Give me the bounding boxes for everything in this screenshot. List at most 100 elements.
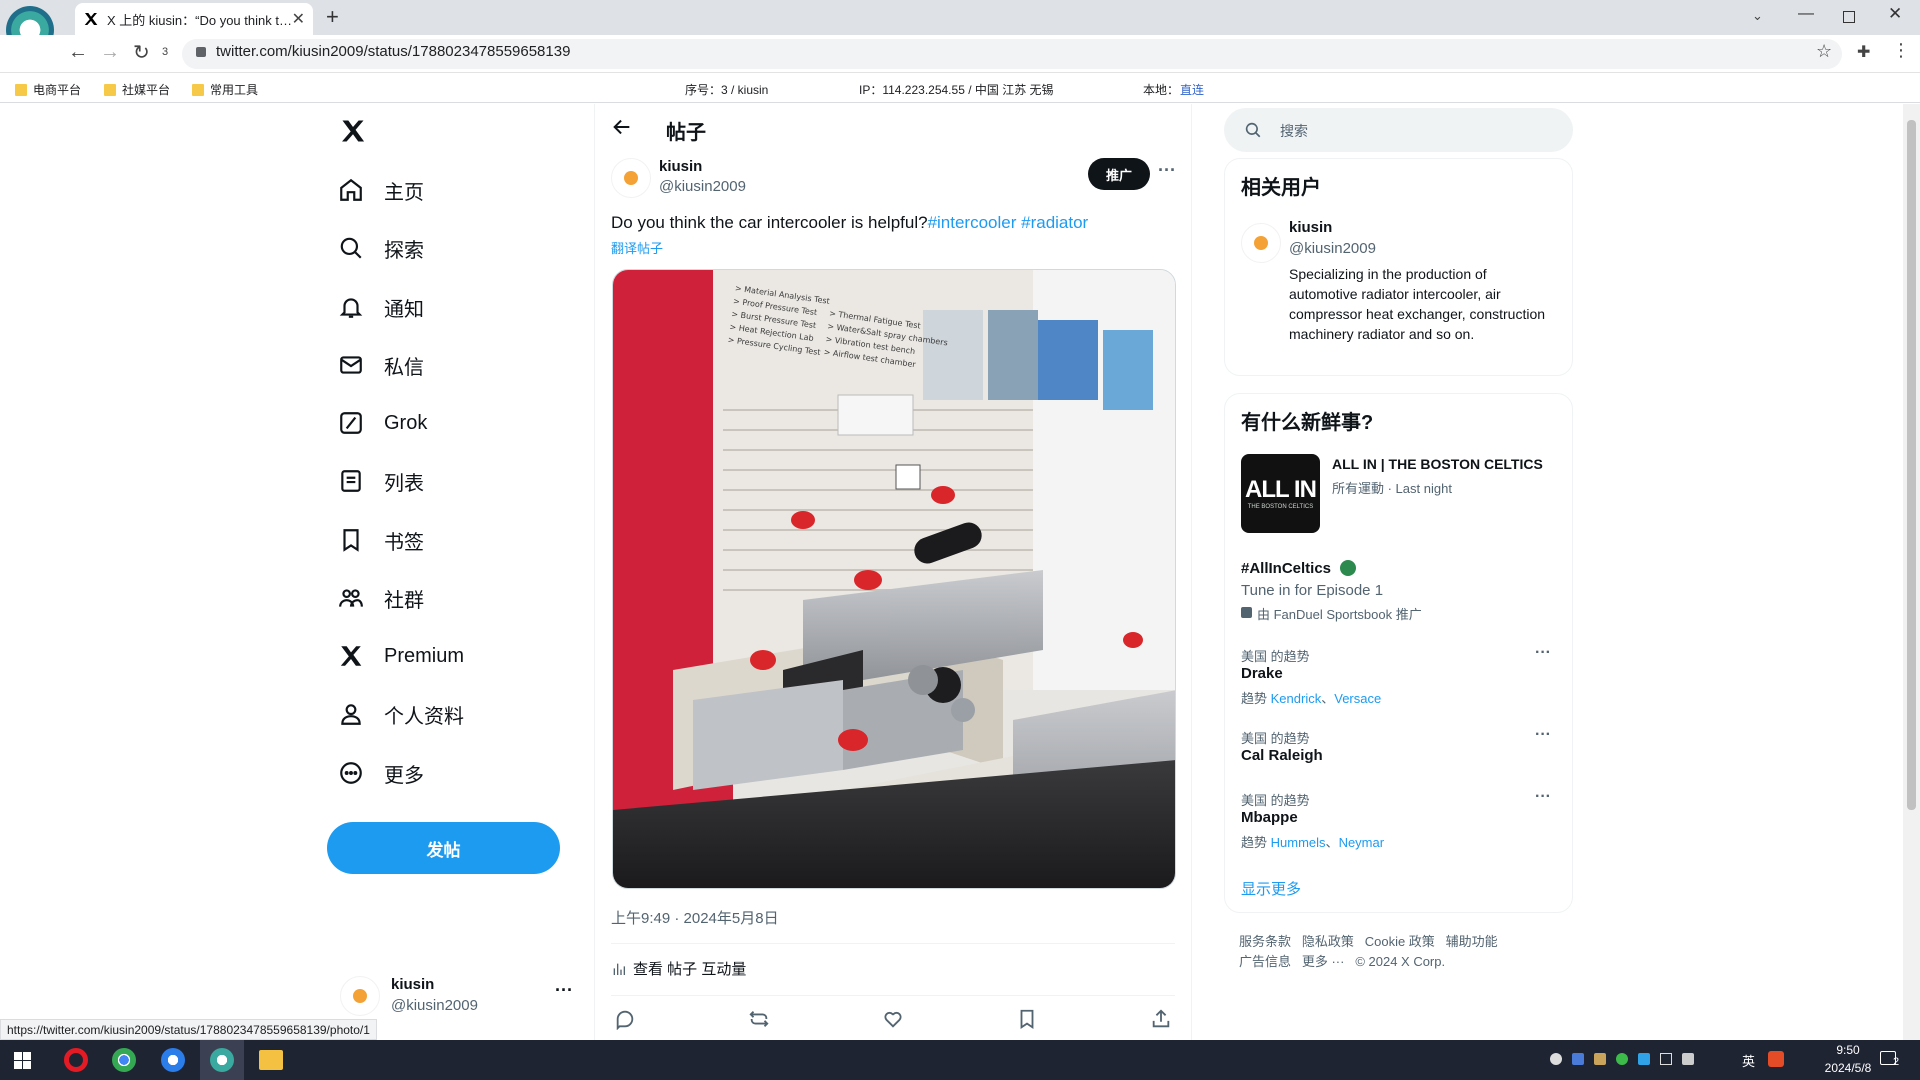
windows-start-icon[interactable]: [14, 1052, 31, 1069]
tab-search-icon[interactable]: ⌄: [1752, 8, 1763, 24]
menu-dots-icon[interactable]: ⋮: [1892, 40, 1910, 61]
divider: [611, 943, 1175, 944]
reply-icon[interactable]: [614, 1008, 636, 1030]
promo-title[interactable]: ALL IN | THE BOSTON CELTICS: [1332, 456, 1543, 472]
repost-icon[interactable]: [748, 1008, 770, 1030]
tray-icons[interactable]: [1550, 1053, 1760, 1067]
more-dots-icon[interactable]: ···: [1535, 726, 1551, 744]
footer-link[interactable]: 更多 ···: [1302, 954, 1345, 969]
footer-link[interactable]: 广告信息: [1239, 954, 1291, 969]
tweet-body: Do you think the car intercooler is help…: [611, 213, 928, 232]
search-placeholder: 搜索: [1280, 123, 1308, 139]
sidebar-item-bookmarks[interactable]: 书签: [338, 515, 424, 565]
hashtag-link[interactable]: #intercooler: [928, 213, 1017, 232]
close-window-icon[interactable]: ✕: [1888, 4, 1902, 24]
ime-indicator[interactable]: 英: [1742, 1051, 1755, 1070]
bookmark-icon[interactable]: [1016, 1008, 1038, 1030]
back-icon[interactable]: ←: [68, 41, 88, 64]
related-avatar[interactable]: [1241, 223, 1281, 263]
trend-item[interactable]: 美国 的趋势 Mbappe 趋势 Hummels、Neymar ···: [1241, 788, 1559, 860]
trend-related-link[interactable]: Neymar: [1339, 835, 1385, 850]
reload-icon[interactable]: ↻: [133, 40, 150, 65]
more-dots-icon[interactable]: ···: [1535, 644, 1551, 662]
promote-button[interactable]: 推广: [1088, 158, 1150, 190]
related-title: 相关用户: [1241, 177, 1321, 199]
like-icon[interactable]: [882, 1008, 904, 1030]
sidebar-item-lists[interactable]: 列表: [338, 456, 424, 506]
share-icon[interactable]: [1150, 1008, 1172, 1030]
browser-app-icon[interactable]: [161, 1048, 185, 1072]
sidebar-item-more[interactable]: 更多: [338, 748, 424, 798]
trend-related-link[interactable]: Hummels: [1271, 835, 1326, 850]
more-dots-icon[interactable]: ···: [1158, 160, 1176, 181]
search-icon: [338, 235, 364, 261]
puzzle-icon[interactable]: ✚: [1857, 42, 1870, 62]
post-button[interactable]: 发帖: [327, 822, 560, 874]
sidebar-item-premium[interactable]: Premium: [338, 631, 464, 681]
tweet-timestamp[interactable]: 上午9:49 · 2024年5月8日: [611, 907, 779, 928]
opera-icon[interactable]: [64, 1048, 88, 1072]
trend-item[interactable]: 美国 的趋势 Drake 趋势 Kendrick、Versace ···: [1241, 644, 1559, 716]
new-tab-icon[interactable]: +: [326, 4, 339, 30]
footer-link[interactable]: 辅助功能: [1446, 934, 1498, 949]
sidebar-item-communities[interactable]: 社群: [338, 573, 424, 623]
promo-meta: 所有運動 · Last night: [1332, 481, 1452, 496]
tweet-photo[interactable]: > Material Analysis Test > Proof Pressur…: [612, 269, 1176, 889]
ad-hashtag[interactable]: #AllInCeltics: [1241, 560, 1331, 577]
clock-time[interactable]: 9:50: [1818, 1043, 1878, 1057]
promo-thumbnail[interactable]: ALL IN THE BOSTON CELTICS: [1241, 454, 1320, 533]
info-ip: IP：114.223.254.55 / 中国 江苏 无锡: [859, 83, 1054, 97]
page-title: 帖子: [666, 122, 706, 144]
show-more-link[interactable]: 显示更多: [1241, 878, 1301, 899]
author-handle[interactable]: @kiusin2009: [659, 178, 746, 195]
profile-app-icon[interactable]: [210, 1048, 234, 1072]
bookmark-folder[interactable]: 常用工具: [192, 81, 258, 98]
star-icon[interactable]: ☆: [1816, 41, 1832, 62]
author-avatar[interactable]: [611, 158, 651, 198]
footer-link[interactable]: 服务条款: [1239, 934, 1291, 949]
analytics-link[interactable]: 查看 帖子 互动量: [611, 958, 746, 979]
translate-link[interactable]: 翻译帖子: [611, 238, 663, 257]
sidebar-item-grok[interactable]: Grok: [338, 398, 427, 448]
related-handle[interactable]: @kiusin2009: [1289, 240, 1376, 257]
info-seq: 序号：3 / kiusin: [685, 83, 769, 97]
search-input[interactable]: 搜索: [1224, 108, 1573, 152]
x-logo-icon[interactable]: [338, 117, 368, 145]
restore-icon[interactable]: [1843, 11, 1855, 23]
scrollbar-thumb[interactable]: [1907, 120, 1916, 810]
url-text[interactable]: twitter.com/kiusin2009/status/1788023478…: [216, 43, 570, 60]
trend-related-link[interactable]: Versace: [1334, 691, 1381, 706]
author-name[interactable]: kiusin: [659, 158, 702, 175]
trend-related-link[interactable]: Kendrick: [1271, 691, 1322, 706]
tab-strip: X 上的 kiusin：“Do you think t… ✕ + ⌄ — ✕: [0, 0, 1920, 35]
clock-date[interactable]: 2024/5/8: [1808, 1061, 1888, 1075]
bookmark-folder[interactable]: 社媒平台: [104, 81, 170, 98]
sidebar-item-home[interactable]: 主页: [338, 165, 424, 215]
minimize-icon[interactable]: —: [1798, 5, 1814, 23]
folder-icon[interactable]: [259, 1050, 283, 1070]
footer-link[interactable]: 隐私政策: [1302, 934, 1354, 949]
folder-icon: [192, 83, 204, 96]
back-arrow-icon[interactable]: [611, 116, 633, 138]
folder-icon: [15, 83, 27, 96]
forward-icon[interactable]: →: [100, 41, 120, 64]
account-switcher[interactable]: kiusin @kiusin2009 ···: [340, 974, 575, 1016]
tab-close-icon[interactable]: ✕: [292, 9, 305, 29]
related-name[interactable]: kiusin: [1289, 219, 1332, 236]
sogou-icon[interactable]: [1768, 1051, 1784, 1067]
account-name: kiusin: [391, 976, 435, 993]
sidebar-item-explore[interactable]: 探索: [338, 223, 424, 273]
more-dots-icon[interactable]: ···: [555, 980, 573, 1001]
footer-links: 服务条款 隐私政策 Cookie 政策 辅助功能 广告信息 更多 ··· © 2…: [1239, 932, 1559, 972]
chrome-icon[interactable]: [112, 1048, 136, 1072]
sidebar-item-messages[interactable]: 私信: [338, 340, 424, 390]
trend-item[interactable]: 美国 的趋势 Cal Raleigh ···: [1241, 726, 1559, 778]
sidebar-item-profile[interactable]: 个人资料: [338, 689, 464, 739]
browser-tab[interactable]: X 上的 kiusin：“Do you think t… ✕: [75, 3, 313, 35]
hashtag-link[interactable]: #radiator: [1021, 213, 1088, 232]
more-dots-icon[interactable]: ···: [1535, 788, 1551, 806]
bookmark-folder[interactable]: 电商平台: [15, 81, 81, 98]
sidebar-item-notifications[interactable]: 通知: [338, 282, 424, 332]
info-local-value[interactable]: 直连: [1180, 81, 1204, 98]
footer-link[interactable]: Cookie 政策: [1365, 934, 1435, 949]
